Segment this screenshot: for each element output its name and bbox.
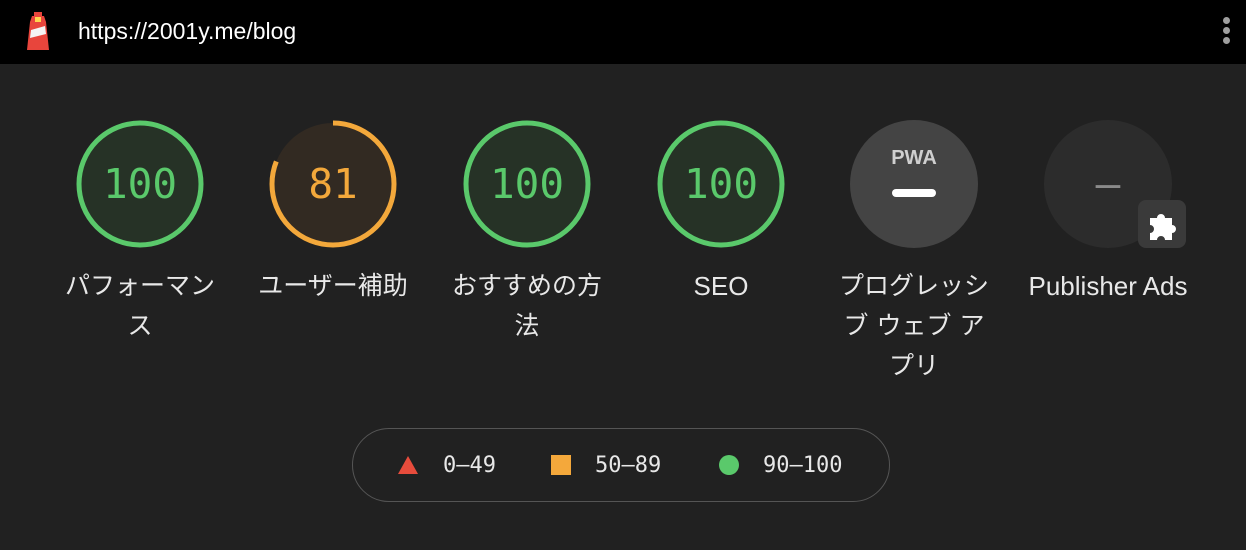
- puzzle-extension-icon: [1138, 200, 1186, 248]
- gauge-seo[interactable]: 100 SEO: [631, 118, 811, 306]
- gauge-label: SEO: [693, 271, 749, 301]
- gauge-label: Publisher Ads: [1028, 271, 1188, 301]
- pwa-badge-icon: PWA: [850, 120, 978, 248]
- gauge-score: 100: [683, 160, 759, 208]
- triangle-icon: [398, 456, 418, 474]
- legend-range: 50–89: [595, 452, 662, 478]
- legend-item-pass: 90–100: [719, 429, 842, 501]
- gauge-score: 100: [102, 160, 178, 208]
- legend-item-fail: 0–49: [397, 429, 496, 501]
- gauge-label: パフォーマンス: [64, 271, 215, 340]
- address-bar-url[interactable]: https://2001y.me/blog: [78, 18, 296, 45]
- square-icon: [551, 455, 571, 475]
- gauge-score: 81: [308, 160, 358, 208]
- legend-item-average: 50–89: [551, 429, 661, 501]
- gauge-label: おすすめの方法: [451, 271, 602, 340]
- gauge-score: 100: [489, 160, 565, 208]
- circle-icon: [719, 455, 739, 475]
- gauge-accessibility[interactable]: 81 ユーザー補助: [243, 118, 423, 306]
- lighthouse-icon[interactable]: [22, 12, 54, 52]
- gauge-label: ユーザー補助: [258, 271, 408, 300]
- browser-toolbar: https://2001y.me/blog: [0, 0, 1246, 64]
- gauge-pwa[interactable]: PWA プログレッシブ ウェブ アプリ: [824, 118, 1004, 386]
- legend-range: 90–100: [763, 452, 843, 478]
- kebab-menu-icon[interactable]: [1216, 14, 1236, 50]
- score-legend: 0–49 50–89 90–100: [352, 428, 890, 502]
- legend-range: 0–49: [443, 452, 496, 478]
- gauge-best-practices[interactable]: 100 おすすめの方法: [437, 118, 617, 346]
- gauge-label: プログレッシブ ウェブ アプリ: [838, 271, 989, 380]
- gauge-performance[interactable]: 100 パフォーマンス: [50, 118, 230, 346]
- pwa-badge-text: PWA: [891, 147, 937, 169]
